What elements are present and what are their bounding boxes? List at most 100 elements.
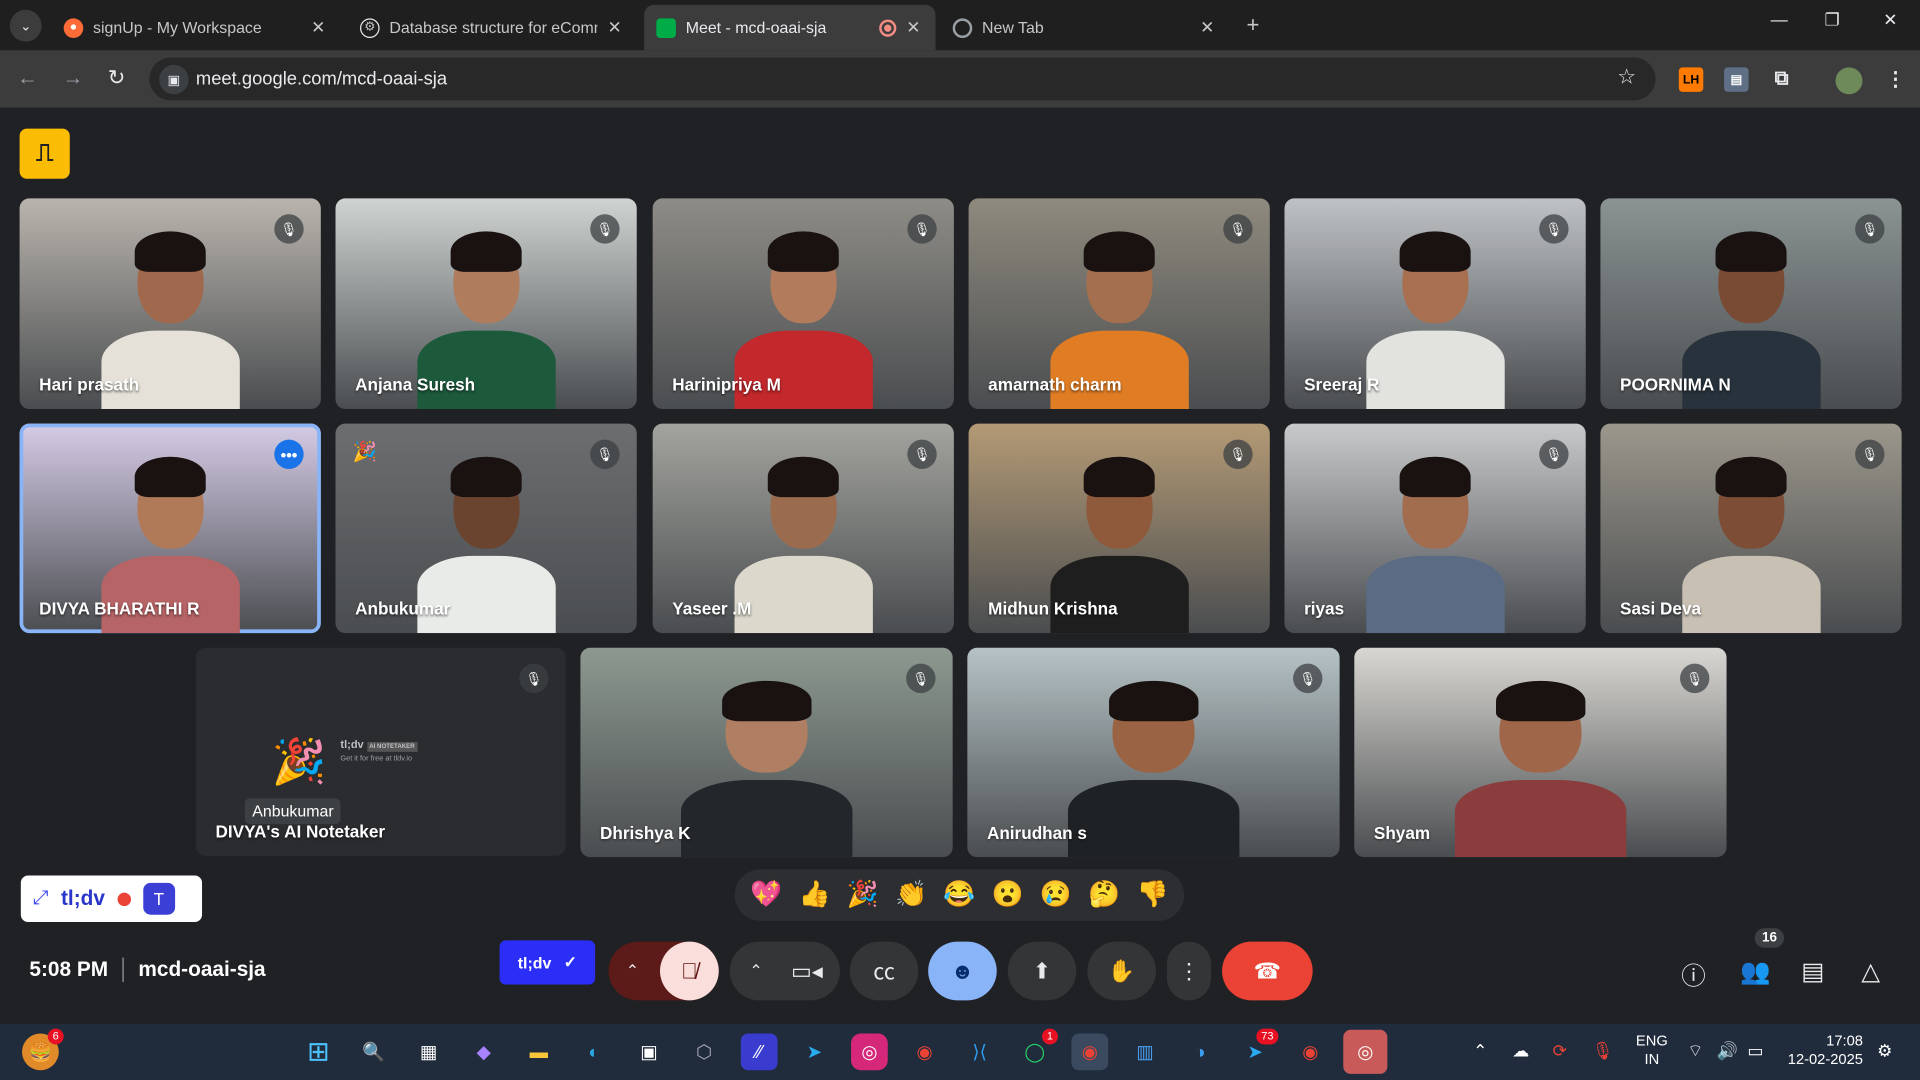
edge-icon[interactable]: ◐ (576, 1033, 613, 1070)
back-icon[interactable]: ← (17, 66, 38, 90)
telegram-2-icon[interactable]: ➤ 73 (1237, 1028, 1279, 1070)
reaction-emoji-button[interactable]: 👍 (798, 880, 830, 909)
reaction-emoji-button[interactable]: 💖 (750, 880, 782, 909)
close-icon[interactable]: ✕ (605, 17, 625, 38)
expand-icon[interactable]: ⤢ (33, 888, 49, 910)
visual-studio-icon[interactable]: ⁄⁄ (740, 1033, 778, 1071)
screenshot-extension-icon[interactable]: ▤ (1724, 67, 1749, 92)
profile-avatar-icon[interactable] (1835, 67, 1863, 95)
tab-meet[interactable]: Meet - mcd-oaai-sja ✕ (644, 4, 936, 51)
leave-call-button[interactable]: ☎ (1222, 941, 1313, 1001)
mic-off-button[interactable]: 🎙̸ (660, 941, 719, 1001)
meeting-info-icon[interactable]: ⓘ (1681, 956, 1705, 992)
tab-database-structure[interactable]: ⚙ Database structure for eComme ✕ (348, 5, 637, 50)
bookmark-star-icon[interactable]: ☆ (1617, 65, 1636, 89)
file-explorer-icon[interactable]: ▬ (520, 1033, 557, 1070)
wifi-icon[interactable]: ⌔ (1687, 1041, 1703, 1063)
chrome-menu-icon[interactable]: ⋮ (1883, 67, 1907, 91)
reaction-emoji-button[interactable]: 😮 (992, 880, 1024, 909)
notetaker-tile[interactable]: 🎙 🎉 tl;dv AI NOTETAKER Get it for free a… (195, 647, 566, 856)
participant-tile[interactable]: 🎙 POORNIMA N (1600, 198, 1902, 409)
notifications-icon[interactable]: ⚙ (1877, 1041, 1892, 1062)
window-close-icon[interactable]: ✕ (1883, 10, 1897, 31)
raise-hand-button[interactable]: ✋ (1087, 941, 1156, 1001)
forward-icon[interactable]: → (62, 66, 83, 90)
ai-sparkle-icon[interactable]: T (142, 882, 175, 915)
participant-tile[interactable]: 🎙 Sasi Deva (1600, 423, 1902, 634)
notepad-icon[interactable]: ▥ (1127, 1033, 1164, 1070)
language-indicator[interactable]: ENG IN (1636, 1032, 1668, 1069)
participant-tile[interactable]: 🎙 Harinipriya M (652, 198, 954, 409)
tldv-button[interactable]: tl;dv ✓ (499, 940, 596, 985)
participant-tile[interactable]: 🎙 Yaseer .M (652, 423, 954, 634)
close-icon[interactable]: ✕ (309, 17, 329, 38)
more-options-button[interactable]: ⋮ (1166, 941, 1212, 1001)
participant-tile[interactable]: 🎙 Shyam (1354, 647, 1727, 858)
recorder-app-icon[interactable]: ◎ (1343, 1029, 1388, 1074)
mic-in-use-icon[interactable]: 🎙 (1592, 1041, 1614, 1062)
tray-chevron-icon[interactable]: ⌃ (1473, 1041, 1487, 1062)
participant-tile[interactable]: ••• DIVYA BHARATHI R (19, 423, 321, 634)
url-text[interactable]: meet.google.com/mcd-oaai-sja (196, 69, 447, 90)
task-view-icon[interactable]: ▦ (410, 1033, 447, 1070)
lh-extension-icon[interactable]: LH (1678, 67, 1704, 92)
restore-icon[interactable]: ❐ (1825, 10, 1840, 31)
mic-options-chevron-icon[interactable]: ⌃ (626, 961, 639, 981)
tldv-recorder-pill[interactable]: ⤢ tl;dv T (20, 875, 203, 923)
github-desktop-icon[interactable]: ⬡ (686, 1033, 723, 1070)
widgets-icon[interactable]: 🍔 6 (22, 1028, 64, 1071)
reaction-emoji-button[interactable]: 👎 (1137, 880, 1169, 909)
sync-icon[interactable]: ⟳ (1553, 1041, 1567, 1062)
system-clock[interactable]: 17:08 12-02-2025 (1788, 1032, 1863, 1069)
telegram-icon[interactable]: ➤ (796, 1033, 833, 1070)
browser-icon[interactable]: ◑ (1182, 1033, 1219, 1070)
instagram-icon[interactable]: ◎ (851, 1033, 888, 1071)
volume-icon[interactable]: 🔊 (1717, 1041, 1738, 1062)
new-tab-button[interactable]: + (1247, 12, 1260, 38)
store-icon[interactable]: ▣ (631, 1033, 668, 1070)
close-icon[interactable]: ✕ (1198, 17, 1218, 38)
participant-tile[interactable]: 🎙 Hari prasath (19, 198, 321, 409)
people-icon[interactable]: 👥 (1740, 956, 1770, 987)
tab-new-tab[interactable]: New Tab ✕ (940, 5, 1229, 50)
participant-tile[interactable]: 🎙 Anjana Suresh (335, 198, 637, 409)
chrome-active-icon[interactable]: ◉ (1071, 1033, 1109, 1071)
reload-icon[interactable]: ↻ (108, 66, 125, 90)
activities-icon[interactable]: △ (1861, 956, 1880, 987)
captions-button[interactable]: ㏄ (849, 941, 919, 1001)
participant-tile[interactable]: 🎙 🎉 Anbukumar (335, 423, 637, 634)
battery-icon[interactable]: ▭ (1747, 1041, 1763, 1062)
tab-search-button[interactable]: ⌄ (9, 9, 42, 42)
minimize-icon[interactable]: — (1771, 10, 1788, 30)
camera-button[interactable]: ▭◂ (791, 958, 823, 984)
participant-tile[interactable]: 🎙 amarnath charm (968, 198, 1270, 409)
companion-door-icon[interactable]: ⎍ (19, 128, 70, 179)
camera-options-chevron-icon[interactable]: ⌃ (749, 961, 762, 981)
participant-tile[interactable]: 🎙 Sreeraj R (1284, 198, 1586, 409)
reaction-emoji-button[interactable]: 😢 (1040, 880, 1072, 909)
site-info-icon[interactable]: ▣ (159, 64, 189, 95)
participant-tile[interactable]: 🎙 Midhun Krishna (968, 423, 1270, 634)
whatsapp-icon[interactable]: ◯ 1 (1016, 1028, 1058, 1070)
reactions-button[interactable]: ☻ (928, 941, 997, 1001)
vscode-icon[interactable]: ⟩⟨ (961, 1033, 998, 1070)
reaction-emoji-button[interactable]: 🤔 (1088, 880, 1120, 909)
chrome-icon[interactable]: ◉ (906, 1033, 943, 1070)
copilot-icon[interactable]: ◆ (465, 1033, 502, 1070)
onedrive-icon[interactable]: ☁ (1512, 1041, 1529, 1062)
reaction-emoji-button[interactable]: 👏 (895, 880, 927, 909)
windows-start-icon[interactable]: ⊞ (300, 1033, 337, 1070)
reaction-emoji-button[interactable]: 😂 (943, 880, 975, 909)
chat-icon[interactable]: ▤ (1801, 956, 1824, 987)
extensions-puzzle-icon[interactable]: ⧉ (1769, 67, 1793, 91)
present-button[interactable]: ⬆ (1007, 941, 1077, 1001)
participant-tile[interactable]: 🎙 Anirudhan s (967, 647, 1340, 858)
reaction-emoji-button[interactable]: 🎉 (847, 880, 879, 909)
participant-tile[interactable]: 🎙 Dhrishya K (580, 647, 953, 858)
close-icon[interactable]: ✕ (904, 17, 924, 38)
chrome-profile-icon[interactable]: ◉ (1292, 1033, 1329, 1070)
tab-signup[interactable]: ● signUp - My Workspace ✕ (51, 5, 340, 50)
search-icon[interactable]: 🔍 (355, 1033, 392, 1070)
address-bar[interactable]: ▣ meet.google.com/mcd-oaai-sja ☆ (149, 57, 1656, 101)
more-options-icon[interactable]: ••• (274, 439, 304, 469)
